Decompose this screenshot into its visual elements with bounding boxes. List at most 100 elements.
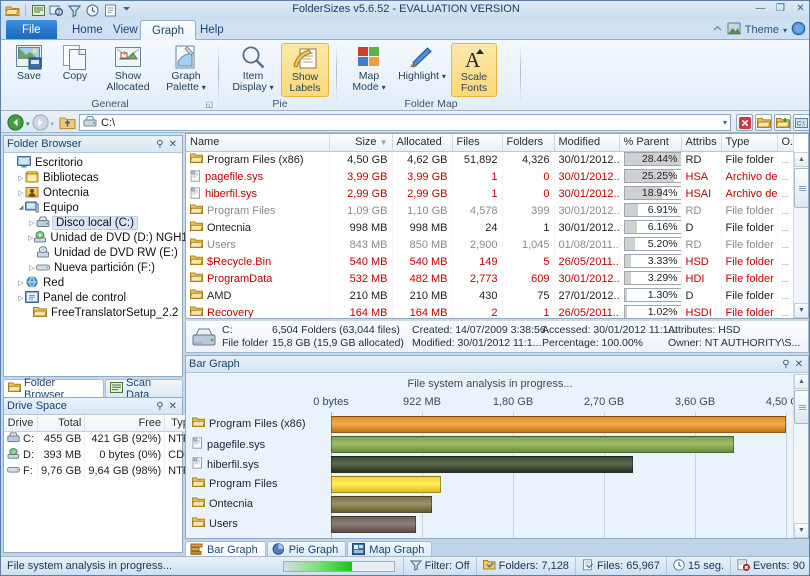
col-drive[interactable]: Drive — [4, 415, 38, 432]
stop-button[interactable] — [736, 114, 753, 131]
tab-scan-data[interactable]: Scan Data — [105, 377, 183, 401]
scan-folder-button[interactable] — [774, 114, 791, 131]
col-attribs[interactable]: Attribs — [681, 134, 722, 152]
col-o[interactable]: O. — [777, 134, 794, 152]
tree-item-panel-de-control[interactable]: ▷ Panel de control — [6, 290, 182, 305]
chart-bar-row[interactable]: Program Files — [186, 474, 794, 494]
up-folder-icon[interactable] — [59, 115, 76, 134]
show-allocated-button[interactable]: Show Allocated — [99, 43, 157, 97]
scale-fonts-button[interactable]: A Scale Fonts — [451, 43, 497, 97]
map-mode-button[interactable]: Map Mode ▾ — [345, 43, 393, 97]
chart-bar[interactable] — [331, 416, 786, 433]
col-free[interactable]: Free — [84, 415, 166, 432]
tab-folder-browser[interactable]: Folder Browser — [3, 377, 105, 401]
table-row[interactable]: $Recycle.Bin 540 MB 540 MB 149 5 26/05/2011..… — [186, 253, 794, 271]
col-modified[interactable]: Modified — [554, 134, 620, 152]
pin-icon[interactable]: ⚲ — [156, 139, 163, 150]
back-dropdown-icon[interactable]: ▾ — [26, 120, 30, 128]
scroll-thumb[interactable] — [794, 390, 808, 424]
col-allocated[interactable]: Allocated — [392, 134, 453, 152]
chart-bar[interactable] — [331, 436, 735, 453]
chart-bar-row[interactable]: Ontecnia — [186, 494, 794, 514]
expander[interactable]: ▷ — [17, 174, 25, 182]
table-row[interactable]: F: 9,76 GB 9,64 GB (98%) NTFS — [4, 463, 203, 479]
col-pct-parent[interactable]: % Parent — [619, 134, 682, 152]
table-row[interactable]: Recovery 164 MB 164 MB 2 1 26/05/2011... 1.02%… — [186, 304, 794, 318]
show-labels-button[interactable]: Show Labels — [281, 43, 329, 97]
status-folders[interactable]: Folders: 7,128 — [475, 556, 575, 575]
pin-icon[interactable]: ⚲ — [782, 359, 789, 370]
expander[interactable]: ▷ — [17, 279, 25, 287]
tree-item-disco-local-c[interactable]: ▷ Disco local (C:) — [6, 215, 182, 230]
tree-item-ontecnia[interactable]: ▷ Ontecnia — [6, 185, 182, 200]
status-events[interactable]: Events: 90 — [730, 556, 809, 575]
forward-dropdown-icon[interactable]: ▾ — [51, 120, 55, 128]
tab-file[interactable]: File — [6, 20, 57, 40]
close-icon[interactable]: ✕ — [169, 401, 177, 412]
close-button[interactable]: ✕ — [794, 3, 807, 14]
chart-bar-row[interactable]: hiberfil.sys — [186, 454, 794, 474]
scroll-down-button[interactable]: ▼ — [794, 303, 808, 318]
col-total[interactable]: Total — [37, 415, 86, 432]
pin-icon[interactable]: ⚲ — [156, 401, 163, 412]
tree-item-dvd-rw-e[interactable]: Unidad de DVD RW (E:) — [6, 245, 182, 260]
table-row[interactable]: ProgramData 532 MB 482 MB 2,773 609 30/01/201… — [186, 270, 794, 288]
general-dialog-launcher[interactable]: ◱ — [205, 100, 213, 109]
highlight-button[interactable]: Highlight ▾ — [395, 43, 449, 97]
address-input[interactable]: C:\ ▾ — [79, 114, 731, 131]
chart-bar-row[interactable]: Program Files (x86) — [186, 414, 794, 434]
tree-item-bibliotecas[interactable]: ▷ Bibliotecas — [6, 170, 182, 185]
maximize-button[interactable]: ❐ — [774, 3, 787, 14]
chart-bar-row[interactable]: Users — [186, 514, 794, 534]
tree-item-equipo[interactable]: ◢ Equipo — [6, 200, 182, 215]
scroll-thumb[interactable] — [794, 168, 808, 208]
status-time[interactable]: 15 seg. — [665, 556, 730, 575]
chevron-down-icon[interactable]: ▾ — [783, 26, 787, 35]
table-row[interactable]: AMD 210 MB 210 MB 430 75 27/01/2012... 1.30% D F… — [186, 287, 794, 305]
chevron-down-icon[interactable]: ▾ — [723, 118, 730, 127]
bar-graph-canvas[interactable]: File system analysis in progress... 0 by… — [186, 374, 806, 538]
chart-bar-row[interactable]: pagefile.sys — [186, 434, 794, 454]
table-row[interactable]: Program Files (x86) 4,50 GB 4,62 GB 51,892 4… — [186, 151, 794, 169]
tree-item-freetranslatorsetup[interactable]: FreeTranslatorSetup_2.2 — [6, 305, 182, 320]
table-row[interactable]: D: 393 MB 0 bytes (0%) CDFS — [4, 447, 203, 463]
col-type[interactable]: Type — [721, 134, 778, 152]
col-size[interactable]: Size ▼ — [329, 134, 393, 152]
table-row[interactable]: Program Files 1,09 GB 1,10 GB 4,578 399 30/01… — [186, 202, 794, 220]
help-icon[interactable] — [791, 21, 806, 39]
file-list-scrollbar[interactable]: ▲ ▼ — [793, 152, 808, 318]
col-files[interactable]: Files — [452, 134, 503, 152]
back-icon[interactable] — [7, 114, 24, 134]
forward-icon[interactable] — [31, 114, 49, 134]
scan-drive-button[interactable]: C:\ — [793, 114, 809, 131]
theme-selector[interactable]: Theme ▾ — [712, 21, 806, 39]
chart-bar[interactable] — [331, 456, 634, 473]
chart-bar[interactable] — [331, 516, 417, 533]
item-display-button[interactable]: Item Display ▾ — [227, 43, 279, 97]
table-row[interactable]: C: 455 GB 421 GB (92%) NTFS — [4, 431, 203, 447]
tree-item-escritorio[interactable]: Escritorio — [6, 155, 182, 170]
expander[interactable]: ▷ — [28, 219, 36, 227]
table-row[interactable]: pagefile.sys 3,99 GB 3,99 GB 1 0 30/01/2012..… — [186, 168, 794, 186]
theme-label[interactable]: Theme — [745, 24, 779, 36]
table-row[interactable]: hiberfil.sys 2,99 GB 2,99 GB 1 0 30/01/2012..… — [186, 185, 794, 203]
expander[interactable]: ▷ — [17, 294, 25, 302]
col-name[interactable]: Name — [186, 134, 330, 152]
status-files[interactable]: Files: 65,967 — [574, 556, 666, 575]
close-icon[interactable]: ✕ — [795, 359, 803, 370]
graph-scrollbar[interactable]: ▲ ▼ — [793, 374, 808, 538]
tree-item-nueva-particion-f[interactable]: ▷ Nueva partición (F:) — [6, 260, 182, 275]
col-folders[interactable]: Folders — [502, 134, 555, 152]
tab-graph[interactable]: Graph — [140, 20, 196, 40]
graph-palette-button[interactable]: Graph Palette ▾ — [159, 43, 213, 97]
chart-bar[interactable] — [331, 476, 442, 493]
expander[interactable]: ▷ — [17, 189, 25, 197]
scroll-up-button[interactable]: ▲ — [794, 152, 808, 167]
expander[interactable]: ▷ — [28, 264, 36, 272]
tree-item-dvd-d[interactable]: ▷ Unidad de DVD (D:) NGH14.0 — [6, 230, 204, 245]
copy-button[interactable]: Copy — [53, 43, 97, 97]
table-row[interactable]: Ontecnia 998 MB 998 MB 24 1 30/01/2012... 6.16… — [186, 219, 794, 237]
open-folder-button[interactable] — [755, 114, 772, 131]
expander[interactable]: ◢ — [17, 204, 25, 211]
folder-tree[interactable]: Escritorio ▷ Bibliotecas ▷ Ontecnia ◢ Eq… — [4, 153, 204, 320]
